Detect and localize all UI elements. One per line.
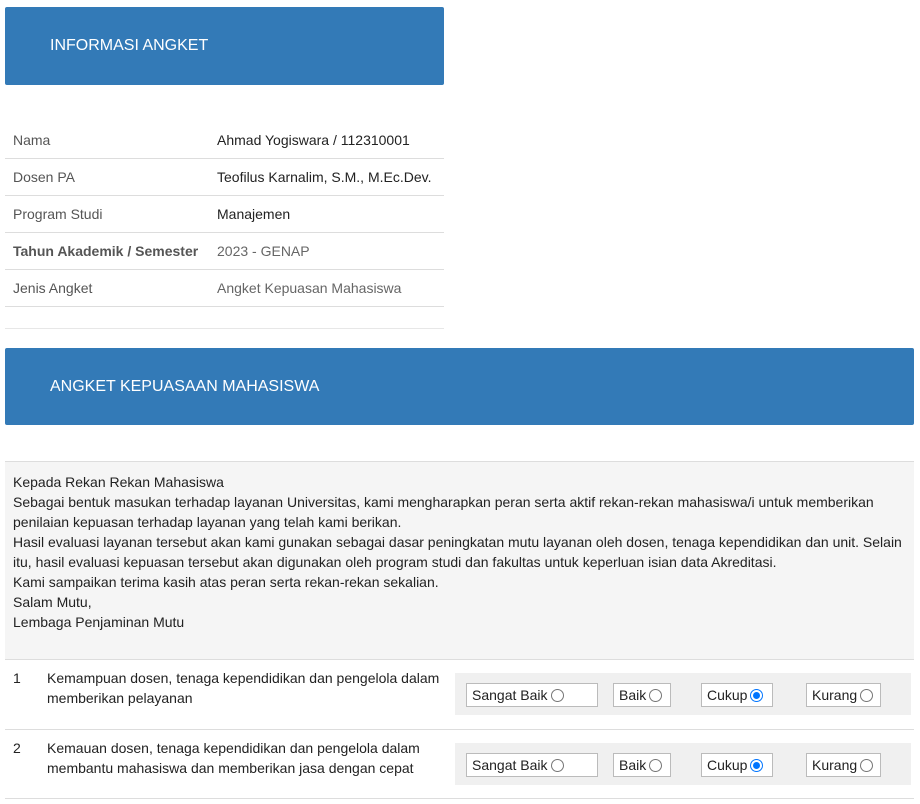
info-label: Tahun Akademik / Semester bbox=[13, 243, 199, 259]
info-table: Nama Ahmad Yogiswara / 112310001 Dosen P… bbox=[5, 121, 444, 329]
option-label: Baik bbox=[619, 757, 647, 773]
intro-line: Hasil evaluasi layanan tersebut akan kam… bbox=[13, 534, 902, 570]
info-row-jenis-angket: Jenis Angket Angket Kepuasan Mahasiswa bbox=[5, 269, 444, 306]
info-panel-title: INFORMASI ANGKET bbox=[50, 37, 209, 54]
intro-line: Sebagai bentuk masukan terhadap layanan … bbox=[13, 494, 874, 530]
option-cukup[interactable]: Cukup bbox=[701, 683, 773, 707]
radio-button[interactable] bbox=[550, 688, 564, 702]
radio-button[interactable] bbox=[750, 688, 764, 702]
survey-panel-title: ANGKET KEPUASAAN MAHASISWA bbox=[50, 377, 320, 395]
info-row-nama: Nama Ahmad Yogiswara / 112310001 bbox=[5, 121, 444, 158]
info-table-divider bbox=[5, 306, 444, 328]
question-text: Kemauan dosen, tenaga kependidikan dan p… bbox=[47, 740, 420, 776]
question-row: 1 Kemampuan dosen, tenaga kependidikan d… bbox=[5, 659, 914, 729]
radio-button[interactable] bbox=[649, 758, 663, 772]
option-sangat-baik[interactable]: Sangat Baik bbox=[466, 683, 598, 707]
survey-intro: Kepada Rekan Rekan Mahasiswa Sebagai ben… bbox=[5, 461, 914, 659]
info-row-tahun-akademik: Tahun Akademik / Semester 2023 - GENAP bbox=[5, 232, 444, 269]
option-label: Kurang bbox=[812, 687, 858, 703]
info-value: Angket Kepuasan Mahasiswa bbox=[217, 280, 402, 296]
option-cukup[interactable]: Cukup bbox=[701, 753, 773, 777]
radio-button[interactable] bbox=[860, 758, 874, 772]
radio-button[interactable] bbox=[750, 758, 764, 772]
option-kurang[interactable]: Kurang bbox=[806, 683, 881, 707]
intro-line: Kepada Rekan Rekan Mahasiswa bbox=[13, 474, 224, 490]
option-baik[interactable]: Baik bbox=[613, 753, 671, 777]
radio-button[interactable] bbox=[860, 688, 874, 702]
info-label: Nama bbox=[13, 131, 51, 148]
question-number: 2 bbox=[13, 740, 21, 756]
option-label: Baik bbox=[619, 687, 647, 703]
question-number: 1 bbox=[13, 670, 21, 686]
info-label: Jenis Angket bbox=[13, 280, 93, 296]
survey-panel-header: ANGKET KEPUASAAN MAHASISWA bbox=[5, 348, 914, 425]
option-sangat-baik[interactable]: Sangat Baik bbox=[466, 753, 598, 777]
question-text: Kemampuan dosen, tenaga kependidikan dan… bbox=[47, 670, 440, 706]
rating-options: Sangat Baik Baik Cukup Kurang bbox=[455, 673, 911, 715]
intro-line: Lembaga Penjaminan Mutu bbox=[13, 614, 185, 630]
info-label: Program Studi bbox=[13, 206, 103, 222]
info-row-program-studi: Program Studi Manajemen bbox=[5, 195, 444, 232]
info-value: Teofilus Karnalim, S.M., M.Ec.Dev. bbox=[217, 169, 432, 185]
info-panel-header: INFORMASI ANGKET bbox=[5, 7, 444, 85]
info-row-dosen-pa: Dosen PA Teofilus Karnalim, S.M., M.Ec.D… bbox=[5, 158, 444, 195]
option-label: Kurang bbox=[812, 757, 858, 773]
radio-button[interactable] bbox=[550, 758, 564, 772]
question-row: 2 Kemauan dosen, tenaga kependidikan dan… bbox=[5, 729, 914, 799]
intro-line: Kami sampaikan terima kasih atas peran s… bbox=[13, 574, 439, 590]
option-label: Cukup bbox=[707, 687, 748, 703]
intro-line: Salam Mutu, bbox=[13, 594, 92, 610]
option-label: Sangat Baik bbox=[472, 687, 548, 703]
info-value: Ahmad Yogiswara / 112310001 bbox=[217, 131, 410, 148]
info-value: Manajemen bbox=[217, 206, 291, 222]
option-kurang[interactable]: Kurang bbox=[806, 753, 881, 777]
info-label: Dosen PA bbox=[13, 169, 75, 185]
option-label: Cukup bbox=[707, 757, 748, 773]
info-value: 2023 - GENAP bbox=[217, 243, 310, 259]
radio-button[interactable] bbox=[649, 688, 663, 702]
rating-options: Sangat Baik Baik Cukup Kurang bbox=[455, 743, 911, 785]
option-label: Sangat Baik bbox=[472, 757, 548, 773]
option-baik[interactable]: Baik bbox=[613, 683, 671, 707]
